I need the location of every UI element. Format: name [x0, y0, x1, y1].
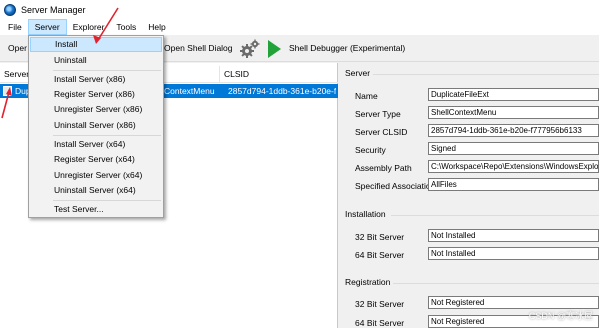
shell-debugger-button[interactable]: Shell Debugger (Experimental): [289, 43, 405, 53]
menu-item-uninstall[interactable]: Uninstall: [30, 53, 162, 68]
menu-separator: [53, 135, 161, 136]
prop-value-name[interactable]: DuplicateFileExt: [428, 88, 599, 101]
menu-item-install[interactable]: Install: [30, 37, 162, 52]
menu-item-install-x64[interactable]: Install Server (x64): [30, 137, 162, 152]
open-shell-dialog-button[interactable]: Open Shell Dialog: [164, 43, 233, 53]
menu-item-unregister-x86[interactable]: Unregister Server (x86): [30, 102, 162, 117]
menu-item-uninstall-x86[interactable]: Uninstall Server (x86): [30, 118, 162, 133]
server-dropdown-menu: Install Uninstall Install Server (x86) R…: [28, 35, 164, 218]
row-clsid: 2857d794-1ddb-361e-b20e-f777: [228, 86, 336, 96]
watermark: CSDN @寒冰屋: [528, 311, 593, 321]
menu-separator: [53, 70, 161, 71]
window-title: Server Manager: [21, 4, 86, 15]
row-server-type: ContextMenu: [164, 86, 215, 96]
menu-item-register-x64[interactable]: Register Server (x64): [30, 152, 162, 167]
play-icon[interactable]: [268, 40, 281, 58]
prop-label-32bit-register: 32 Bit Server: [355, 299, 405, 309]
menu-explorer[interactable]: Explorer: [67, 19, 111, 35]
prop-value-security[interactable]: Signed: [428, 142, 599, 155]
menu-help[interactable]: Help: [142, 19, 171, 35]
prop-label-associations: Specified Associations: [355, 181, 440, 191]
prop-value-64bit-install[interactable]: Not Installed: [428, 247, 599, 260]
menu-item-register-x86[interactable]: Register Server (x86): [30, 87, 162, 102]
prop-value-server-type[interactable]: ShellContextMenu: [428, 106, 599, 119]
divider: [391, 215, 599, 216]
menu-tools[interactable]: Tools: [110, 19, 142, 35]
prop-label-32bit-install: 32 Bit Server: [355, 232, 405, 242]
prop-label-server-clsid: Server CLSID: [355, 127, 408, 137]
menu-item-test-server[interactable]: Test Server...: [30, 202, 162, 217]
column-header-clsid[interactable]: CLSID: [220, 66, 338, 83]
menu-bar: File Server Explorer Tools Help: [0, 19, 599, 35]
prop-label-64bit-register: 64 Bit Server: [355, 318, 405, 328]
menu-item-unregister-x64[interactable]: Unregister Server (x64): [30, 168, 162, 183]
prop-value-server-clsid[interactable]: 2857d794-1ddb-361e-b20e-f777956b6133: [428, 124, 599, 137]
menu-file[interactable]: File: [0, 19, 28, 35]
registration-group-title: Registration: [345, 277, 391, 287]
prop-value-32bit-install[interactable]: Not Installed: [428, 229, 599, 242]
prop-label-security: Security: [355, 145, 386, 155]
menu-item-uninstall-x64[interactable]: Uninstall Server (x64): [30, 183, 162, 198]
gear-icon[interactable]: [239, 38, 261, 60]
server-group-title: Server: [345, 68, 371, 78]
menu-server[interactable]: Server: [27, 19, 67, 35]
open-button[interactable]: Oper: [8, 43, 27, 53]
properties-pane: Server Name DuplicateFileExt Server Type…: [339, 63, 599, 328]
prop-label-64bit-install: 64 Bit Server: [355, 250, 405, 260]
prop-value-associations[interactable]: AllFiles: [428, 178, 599, 191]
installation-group-title: Installation: [345, 209, 386, 219]
app-globe-icon: [4, 3, 16, 16]
menu-item-install-x86[interactable]: Install Server (x86): [30, 72, 162, 87]
prop-value-assembly-path[interactable]: C:\Workspace\Repo\Extensions\WindowsExpl…: [428, 160, 599, 173]
server-icon: [3, 86, 12, 96]
prop-value-32bit-register[interactable]: Not Registered: [428, 296, 599, 309]
menu-separator: [53, 200, 161, 201]
prop-label-server-type: Server Type: [355, 109, 401, 119]
divider: [393, 283, 599, 284]
prop-label-name: Name: [355, 91, 378, 101]
divider: [373, 74, 599, 75]
title-bar: Server Manager: [0, 0, 599, 19]
prop-label-assembly-path: Assembly Path: [355, 163, 412, 173]
